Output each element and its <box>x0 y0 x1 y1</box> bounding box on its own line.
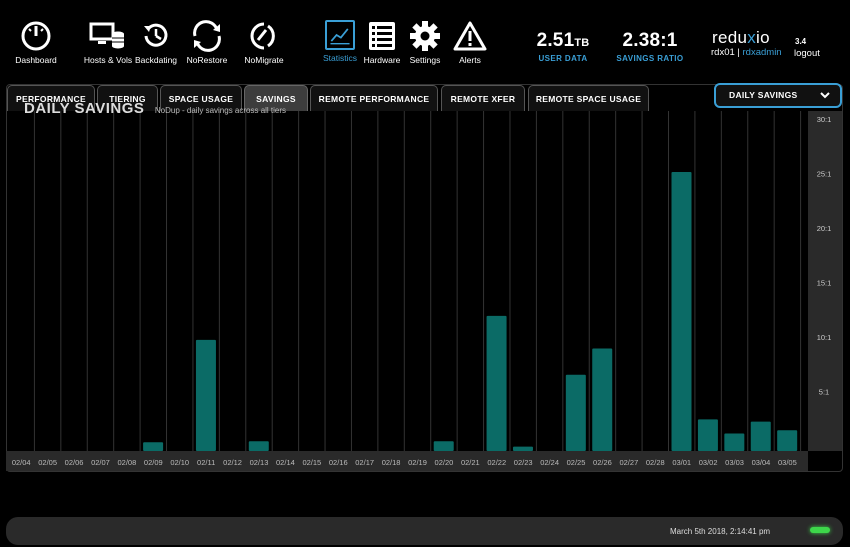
x-tick-label: 02/07 <box>91 458 110 467</box>
x-tick-label: 02/11 <box>197 458 215 467</box>
status-datetime: March 5th 2018, 2:14:41 pm <box>670 527 771 536</box>
y-tick-label: 5:1 <box>819 388 829 397</box>
bar-02-11 <box>195 339 216 451</box>
chart-bars <box>143 171 798 451</box>
x-tick-label: 02/10 <box>170 458 189 467</box>
x-tick-label: 02/15 <box>302 458 321 467</box>
x-tick-label: 02/16 <box>329 458 348 467</box>
connection-status-led <box>810 527 830 533</box>
bar-03-05 <box>777 430 798 451</box>
bar-02-13 <box>248 441 269 451</box>
x-tick-label: 03/05 <box>778 458 797 467</box>
x-tick-label: 02/18 <box>382 458 401 467</box>
y-tick-label: 25:1 <box>817 170 832 179</box>
x-tick-label: 02/12 <box>223 458 242 467</box>
y-tick-label: 10:1 <box>817 333 832 342</box>
x-tick-label: 03/04 <box>752 458 771 467</box>
chart-subtitle: NoDup - daily savings across all tiers <box>154 106 287 115</box>
bar-02-20 <box>433 441 454 451</box>
x-tick-label: 02/04 <box>12 458 31 467</box>
y-tick-label: 20:1 <box>817 224 832 233</box>
bar-02-09 <box>143 442 164 451</box>
y-tick-label: 30:1 <box>817 115 832 124</box>
x-tick-label: 02/08 <box>117 458 136 467</box>
y-tick-label: 15:1 <box>817 279 832 288</box>
x-tick-label: 02/17 <box>355 458 374 467</box>
x-tick-label: 02/27 <box>619 458 638 467</box>
x-tick-label: 02/22 <box>487 458 506 467</box>
bar-02-25 <box>565 374 586 451</box>
bar-03-01 <box>671 171 692 451</box>
bar-03-02 <box>697 419 718 451</box>
bar-02-23 <box>512 446 533 451</box>
x-tick-label: 02/21 <box>461 458 480 467</box>
x-tick-label: 02/19 <box>408 458 427 467</box>
bar-02-26 <box>592 348 613 451</box>
x-tick-label: 02/20 <box>435 458 454 467</box>
x-tick-label: 02/23 <box>514 458 533 467</box>
x-tick-label: 02/25 <box>567 458 586 467</box>
bar-03-04 <box>750 421 771 451</box>
daily-savings-chart: 5:1 10:1 15:1 20:1 25:1 30:1 02/04 02/05 02/06 0… <box>6 111 842 471</box>
x-tick-label: 02/14 <box>276 458 295 467</box>
x-tick-label: 02/24 <box>540 458 559 467</box>
x-tick-label: 03/01 <box>672 458 691 467</box>
chart-title-block: DAILY SAVINGS NoDup - daily savings acro… <box>24 100 286 115</box>
x-tick-label: 02/06 <box>65 458 84 467</box>
x-tick-label: 02/26 <box>593 458 612 467</box>
x-tick-label: 03/02 <box>699 458 718 467</box>
x-tick-label: 02/05 <box>38 458 57 467</box>
x-tick-label: 02/28 <box>646 458 665 467</box>
chart-title: DAILY SAVINGS <box>24 100 145 115</box>
x-tick-label: 02/13 <box>250 458 269 467</box>
x-tick-label: 02/09 <box>144 458 163 467</box>
bar-02-22 <box>486 315 507 451</box>
x-tick-label: 03/03 <box>725 458 744 467</box>
bar-03-03 <box>724 433 745 451</box>
